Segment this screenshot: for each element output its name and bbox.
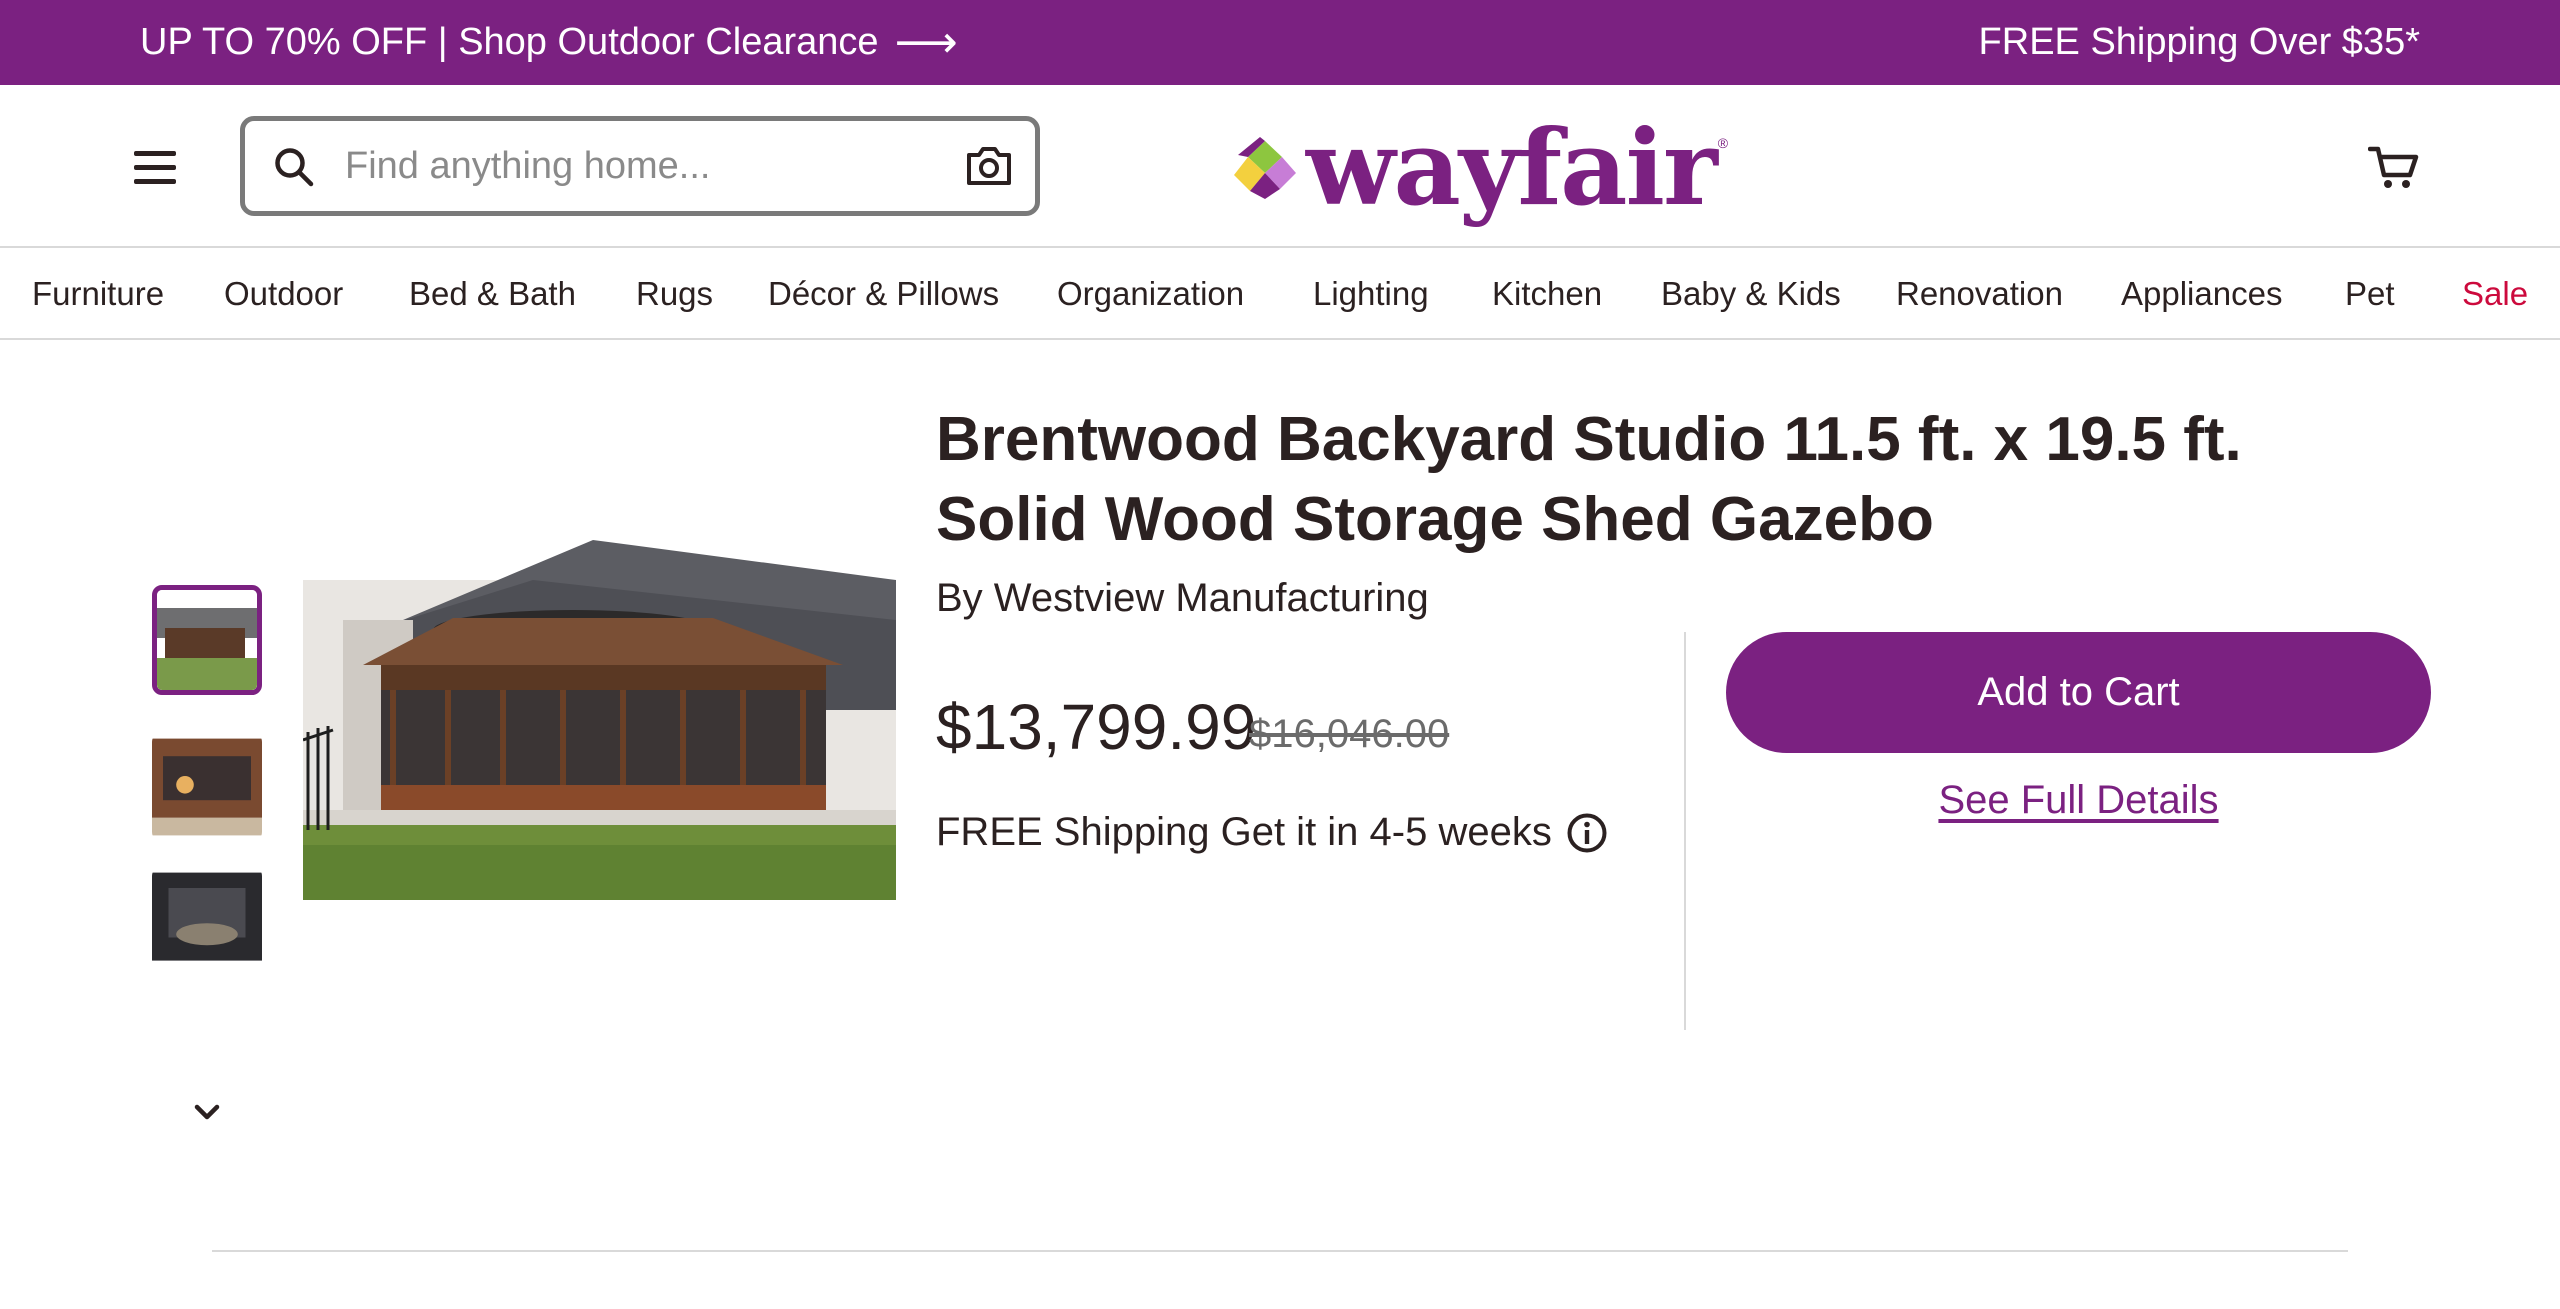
logo-mark-icon	[1234, 137, 1296, 199]
category-organization[interactable]: Organization	[1057, 248, 1244, 340]
clearance-promo-link[interactable]: UP TO 70% OFF | Shop Outdoor Clearance ⟶	[140, 0, 958, 85]
promo-banner: UP TO 70% OFF | Shop Outdoor Clearance ⟶…	[0, 0, 2560, 85]
cart-icon[interactable]	[2368, 145, 2420, 191]
add-to-cart-button[interactable]: Add to Cart	[1726, 632, 2431, 753]
wayfair-logo[interactable]: wayfair ®	[1230, 113, 1728, 223]
registered-mark: ®	[1717, 135, 1729, 151]
original-price: $16,046.00	[1249, 712, 1450, 756]
vertical-divider	[1684, 632, 1686, 1030]
category-decor-pillows[interactable]: Décor & Pillows	[768, 248, 999, 340]
product-price: $13,799.99	[936, 691, 1257, 763]
arrow-right-icon: ⟶	[894, 17, 958, 67]
camera-icon[interactable]	[965, 145, 1013, 187]
site-header: wayfair ®	[0, 85, 2560, 248]
category-pet[interactable]: Pet	[2345, 248, 2395, 340]
category-nav: Furniture Outdoor Bed & Bath Rugs Décor …	[0, 248, 2560, 340]
see-full-details-link[interactable]: See Full Details	[1726, 778, 2431, 823]
shipping-text: FREE Shipping Get it in 4-5 weeks	[936, 810, 1552, 854]
product-thumbnail-2[interactable]	[152, 732, 262, 842]
product-thumbnail-1[interactable]	[152, 585, 262, 695]
category-lighting[interactable]: Lighting	[1313, 248, 1429, 340]
category-kitchen[interactable]: Kitchen	[1492, 248, 1602, 340]
product-title: Brentwood Backyard Studio 11.5 ft. x 19.…	[936, 405, 2242, 554]
category-baby-kids[interactable]: Baby & Kids	[1661, 248, 1841, 340]
product-thumbnail-3[interactable]	[152, 866, 262, 976]
chevron-down-icon[interactable]	[190, 1095, 224, 1129]
category-furniture[interactable]: Furniture	[32, 248, 164, 340]
shipping-info: FREE Shipping Get it in 4-5 weeks	[936, 810, 1608, 855]
product-main-image[interactable]	[303, 500, 896, 900]
search-input[interactable]	[345, 141, 885, 191]
section-divider	[212, 1250, 2348, 1252]
info-icon[interactable]	[1566, 812, 1608, 854]
product-brand[interactable]: By Westview Manufacturing	[936, 576, 1429, 621]
category-bed-bath[interactable]: Bed & Bath	[409, 248, 576, 340]
promo-left-text: UP TO 70% OFF | Shop Outdoor Clearance	[140, 21, 879, 63]
hamburger-icon[interactable]	[134, 151, 176, 185]
search-icon[interactable]	[273, 146, 315, 188]
category-sale[interactable]: Sale	[2462, 248, 2528, 340]
logo-text: wayfair	[1306, 106, 1718, 229]
category-rugs[interactable]: Rugs	[636, 248, 713, 340]
category-outdoor[interactable]: Outdoor	[224, 248, 343, 340]
free-shipping-promo[interactable]: FREE Shipping Over $35*	[1979, 0, 2420, 85]
category-appliances[interactable]: Appliances	[2121, 248, 2282, 340]
search-bar[interactable]	[240, 116, 1040, 216]
category-renovation[interactable]: Renovation	[1896, 248, 2063, 340]
